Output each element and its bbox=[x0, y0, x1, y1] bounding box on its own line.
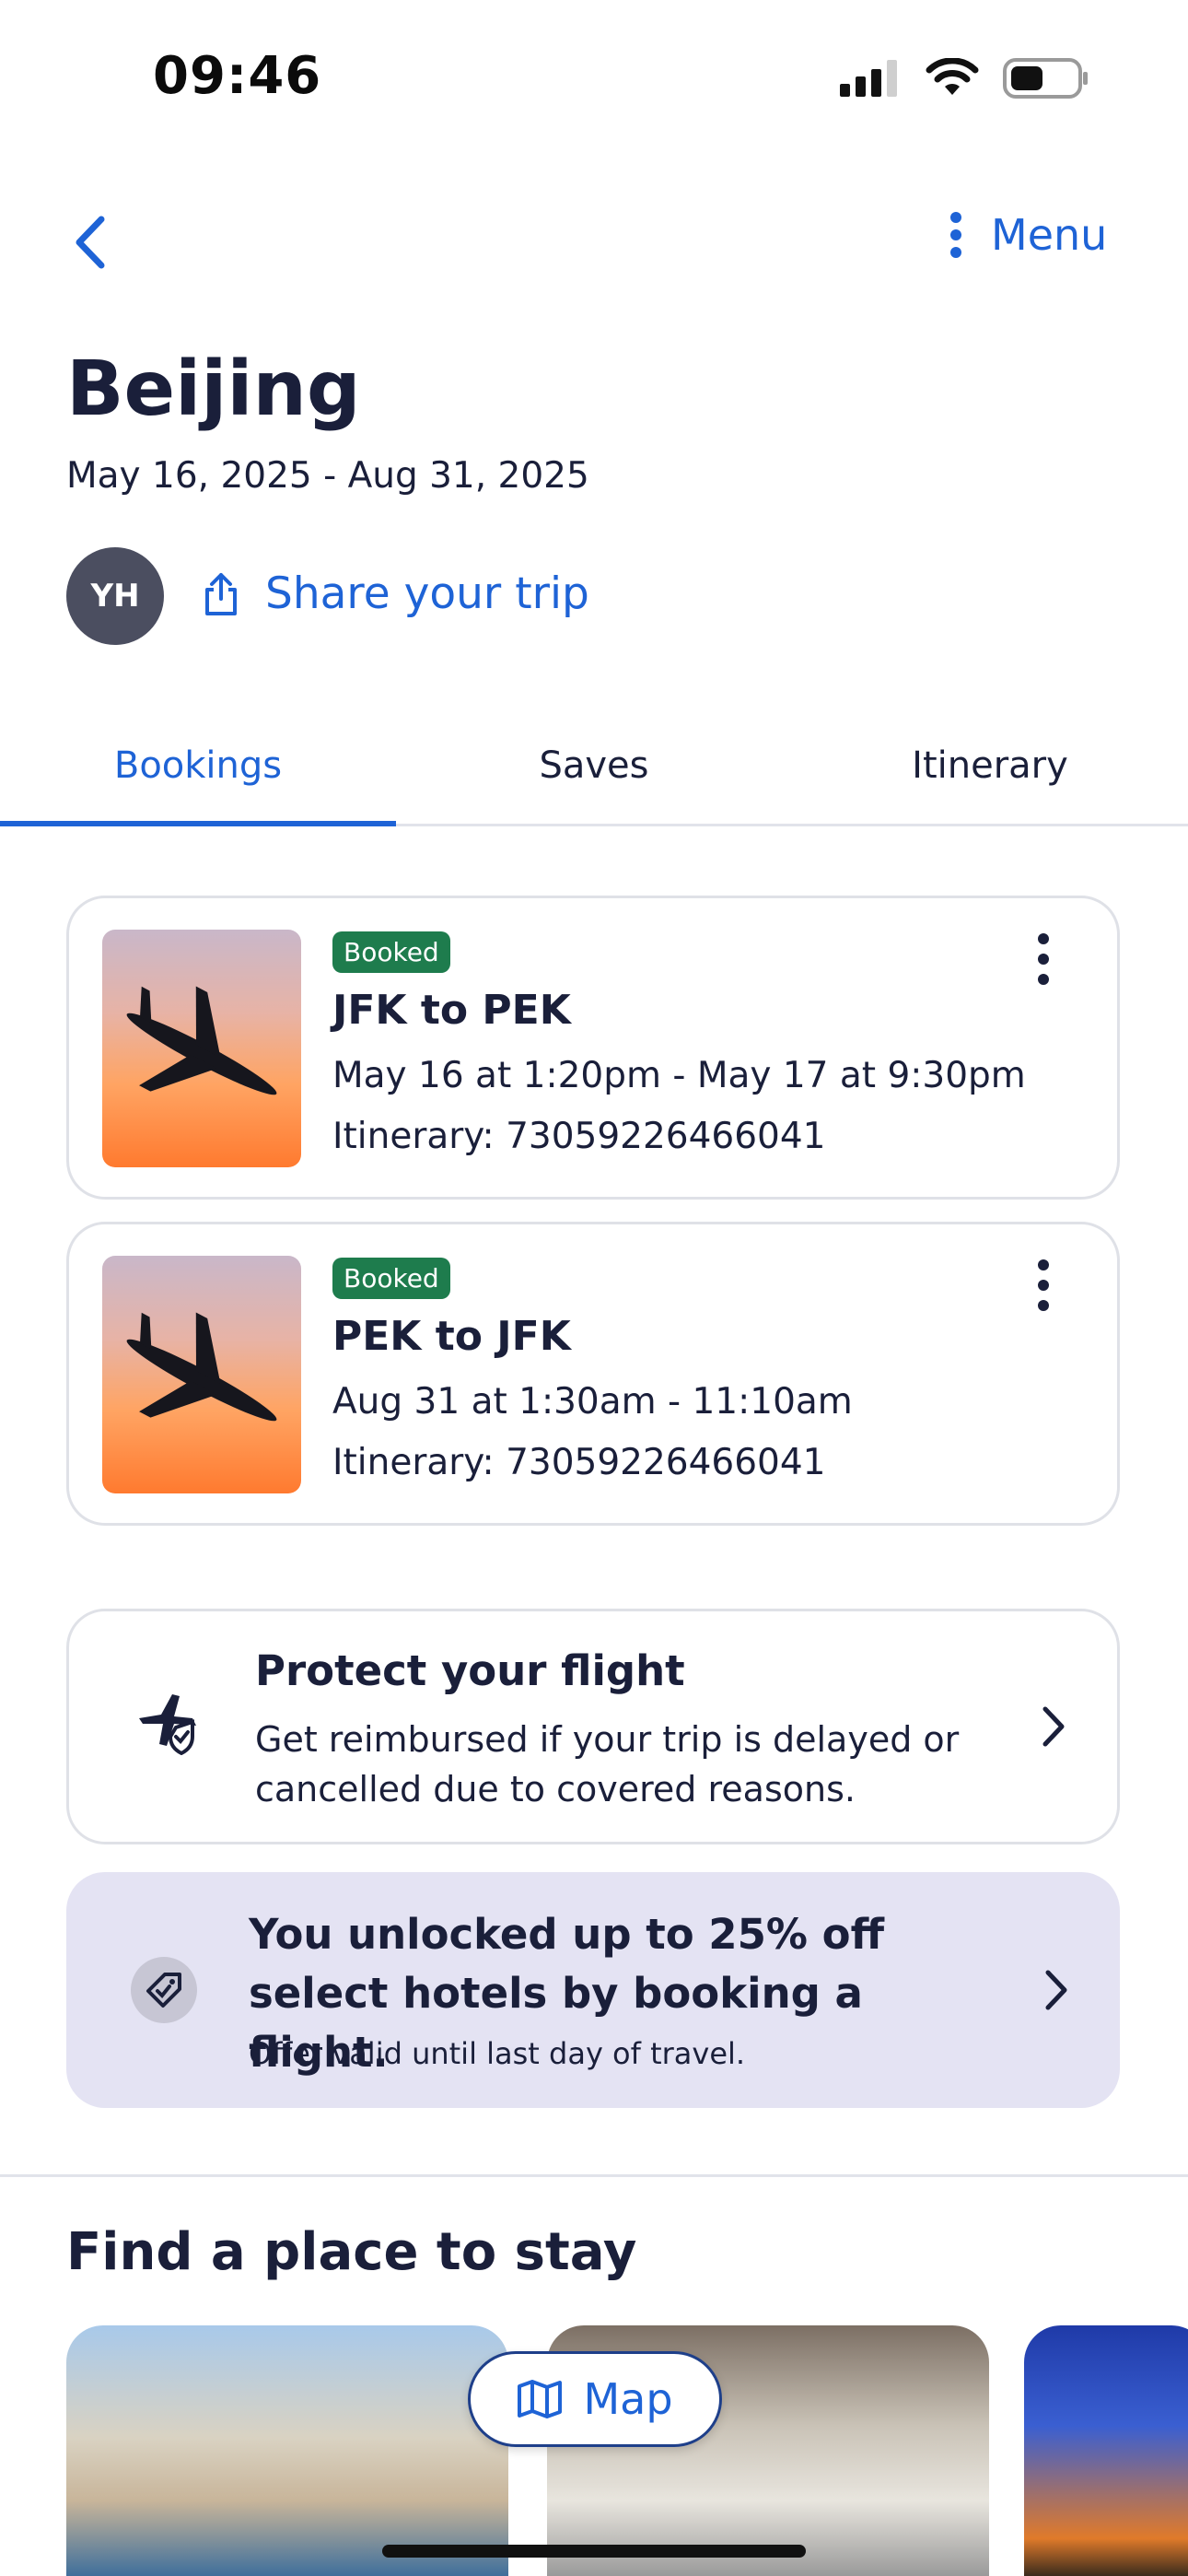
share-icon bbox=[205, 572, 237, 615]
more-options-icon[interactable] bbox=[1034, 931, 1053, 987]
share-trip-button[interactable]: Share your trip bbox=[203, 568, 589, 619]
section-heading: Find a place to stay bbox=[66, 2222, 637, 2282]
tag-icon bbox=[131, 1957, 197, 2023]
booking-card[interactable]: Booked JFK to PEK May 16 at 1:20pm - May… bbox=[66, 896, 1120, 1200]
flight-thumbnail bbox=[102, 1256, 301, 1493]
hotel-image[interactable] bbox=[1024, 2325, 1188, 2576]
itinerary-number: Itinerary: 73059226466041 bbox=[332, 1442, 826, 1483]
avatar[interactable]: YH bbox=[66, 547, 164, 645]
hotel-discount-banner[interactable]: You unlocked up to 25% off select hotels… bbox=[66, 1872, 1120, 2108]
map-label: Map bbox=[583, 2374, 673, 2424]
plane-shield-icon bbox=[139, 1694, 196, 1755]
map-button[interactable]: Map bbox=[468, 2351, 722, 2447]
flight-route: PEK to JFK bbox=[332, 1313, 571, 1360]
tab-bookings[interactable]: Bookings bbox=[0, 728, 396, 826]
trip-dates: May 16, 2025 - Aug 31, 2025 bbox=[66, 455, 589, 497]
airplane-icon bbox=[126, 1312, 277, 1422]
status-badge: Booked bbox=[332, 1258, 450, 1299]
promo-note: Offer valid until last day of travel. bbox=[249, 2036, 746, 2071]
tab-itinerary[interactable]: Itinerary bbox=[792, 728, 1188, 824]
hotel-image[interactable] bbox=[66, 2325, 508, 2576]
status-icons bbox=[838, 57, 1090, 100]
chevron-right-icon bbox=[1045, 1970, 1067, 2010]
share-label: Share your trip bbox=[265, 568, 589, 619]
flight-thumbnail bbox=[102, 930, 301, 1167]
booking-card[interactable]: Booked PEK to JFK Aug 31 at 1:30am - 11:… bbox=[66, 1222, 1120, 1526]
back-chevron-icon[interactable] bbox=[66, 210, 112, 275]
flight-time: May 16 at 1:20pm - May 17 at 9:30pm bbox=[332, 1055, 1026, 1096]
protect-flight-card[interactable]: Protect your flight Get reimbursed if yo… bbox=[66, 1609, 1120, 1844]
page-title: Beijing bbox=[66, 345, 361, 433]
status-badge: Booked bbox=[332, 931, 450, 973]
cellular-signal-icon bbox=[840, 60, 897, 97]
protect-title: Protect your flight bbox=[255, 1646, 685, 1695]
status-time: 09:46 bbox=[153, 46, 322, 106]
flight-time: Aug 31 at 1:30am - 11:10am bbox=[332, 1381, 853, 1423]
wifi-icon bbox=[926, 58, 979, 95]
chevron-right-icon bbox=[1042, 1706, 1065, 1747]
menu-button[interactable]: Menu bbox=[949, 210, 1107, 260]
more-options-icon[interactable] bbox=[1034, 1258, 1053, 1313]
battery-icon bbox=[1003, 58, 1088, 99]
tab-bar: Bookings Saves Itinerary bbox=[0, 728, 1188, 826]
flight-route: JFK to PEK bbox=[332, 987, 571, 1034]
tab-saves[interactable]: Saves bbox=[396, 728, 792, 824]
home-indicator[interactable] bbox=[382, 2545, 806, 2558]
itinerary-number: Itinerary: 73059226466041 bbox=[332, 1116, 826, 1157]
more-vertical-icon bbox=[950, 212, 961, 258]
protect-description: Get reimbursed if your trip is delayed o… bbox=[255, 1719, 960, 1809]
section-divider bbox=[0, 2174, 1188, 2177]
menu-label: Menu bbox=[991, 210, 1108, 260]
map-icon bbox=[518, 2380, 563, 2418]
airplane-icon bbox=[126, 986, 277, 1095]
